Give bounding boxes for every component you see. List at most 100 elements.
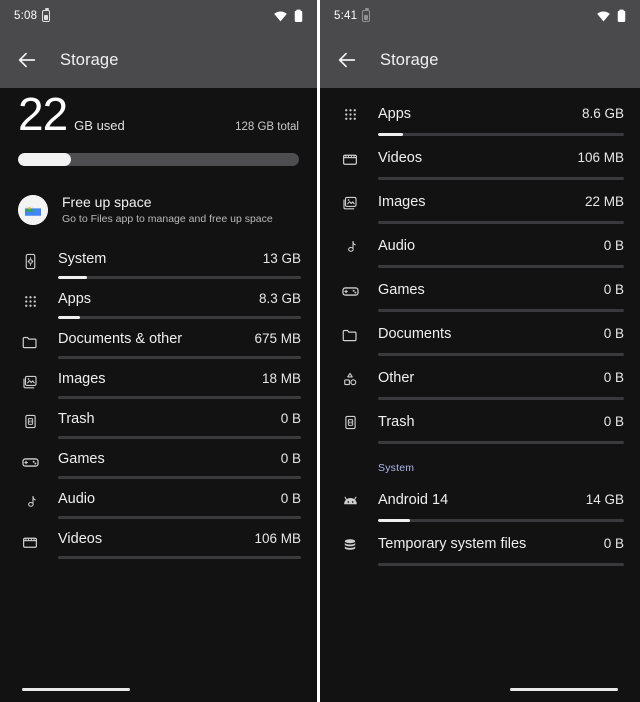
home-indicator[interactable] — [22, 687, 130, 691]
storage-category-label: Videos — [58, 531, 103, 548]
system-category-list: Android 14 14 GB Temporary system files 0 B — [320, 474, 640, 566]
storage-category-body: Images 18 MB — [58, 359, 301, 400]
storage-category-body: Games 0 B — [58, 439, 301, 480]
total-storage-progress-fill — [18, 153, 72, 167]
page-title: Storage — [60, 50, 119, 69]
storage-category-row[interactable]: Audio 0 B — [0, 479, 317, 520]
storage-category-body: Videos 106 MB — [378, 136, 624, 180]
system-section-header: System — [378, 462, 415, 474]
storage-category-label: Trash — [378, 414, 415, 430]
device-system-icon — [16, 253, 44, 270]
storage-category-body: Trash 0 B — [58, 399, 301, 440]
right-storage-category-list: Apps 8.6 GB Videos 106 MB Images 22 MB Audio 0 … — [320, 88, 640, 444]
storage-category-label: Documents & other — [58, 331, 183, 348]
total-storage-progress-bar — [18, 153, 299, 167]
storage-category-label: Trash — [58, 411, 95, 428]
storage-category-size: 0 B — [603, 238, 624, 253]
storage-category-row[interactable]: Apps 8.3 GB — [0, 279, 317, 320]
storage-category-size: 8.6 GB — [581, 106, 624, 121]
left-app-bar: Storage — [0, 32, 317, 88]
storage-category-row[interactable]: Audio 0 B — [320, 224, 640, 268]
storage-category-label: Documents — [378, 326, 452, 342]
storage-category-body: Temporary system files 0 B — [378, 522, 624, 566]
storage-category-label: Videos — [378, 150, 423, 166]
wifi-icon — [596, 10, 611, 22]
storage-category-label: Games — [58, 451, 105, 468]
home-indicator[interactable] — [510, 687, 618, 691]
storage-category-size: 22 MB — [584, 194, 624, 209]
storage-category-row[interactable]: Documents 0 B — [320, 312, 640, 356]
storage-category-body: Videos 106 MB — [58, 519, 301, 560]
page-title: Storage — [380, 50, 439, 69]
battery-icon — [362, 8, 371, 22]
database-stack-icon — [336, 536, 364, 554]
back-arrow-icon[interactable] — [336, 49, 358, 71]
storage-category-row[interactable]: Android 14 14 GB — [320, 478, 640, 522]
storage-category-row[interactable]: Apps 8.6 GB — [320, 92, 640, 136]
storage-category-body: Trash 0 B — [378, 400, 624, 444]
battery-icon — [42, 8, 51, 22]
storage-category-size: 106 MB — [577, 150, 624, 165]
storage-category-row[interactable]: System 13 GB — [0, 239, 317, 280]
free-up-space-row[interactable]: Free up space Go to Files app to manage … — [16, 190, 301, 229]
back-arrow-icon[interactable] — [16, 49, 38, 71]
audio-note-icon — [336, 238, 364, 255]
storage-category-body: System 13 GB — [58, 239, 301, 280]
images-icon — [16, 373, 44, 391]
storage-category-size: 0 B — [280, 451, 301, 467]
used-value: 22 — [18, 88, 68, 140]
storage-category-size: 0 B — [603, 536, 624, 551]
storage-category-size: 14 GB — [585, 492, 624, 507]
left-phone-screenshot: 5:08 Storage 22 GB used 128 GB total Fre… — [0, 0, 320, 702]
storage-category-row[interactable]: Trash 0 B — [0, 399, 317, 440]
files-app-icon — [18, 194, 48, 225]
storage-summary: 22 GB used 128 GB total — [0, 88, 317, 167]
wifi-icon — [273, 10, 288, 22]
storage-category-label: Apps — [378, 106, 412, 122]
left-navigation-bar — [0, 676, 317, 702]
right-status-bar: 5:41 — [320, 0, 640, 32]
apps-grid-icon — [16, 293, 44, 310]
folder-icon — [16, 333, 44, 351]
storage-category-row[interactable]: Games 0 B — [320, 268, 640, 312]
storage-category-label: Games — [378, 282, 425, 298]
storage-category-body: Audio 0 B — [58, 479, 301, 520]
storage-category-label: Images — [378, 194, 426, 210]
storage-category-row[interactable]: Videos 106 MB — [0, 519, 317, 560]
two-phone-comparison: 5:08 Storage 22 GB used 128 GB total Fre… — [0, 0, 640, 702]
storage-category-row[interactable]: Trash 0 B — [320, 400, 640, 444]
battery-icon — [617, 9, 626, 23]
storage-category-row[interactable]: Temporary system files 0 B — [320, 522, 640, 566]
storage-category-body: Images 22 MB — [378, 180, 624, 224]
status-clock: 5:08 — [14, 10, 38, 22]
storage-category-progress-bar — [378, 441, 624, 444]
videos-icon — [336, 150, 364, 168]
left-status-bar: 5:08 — [0, 0, 317, 32]
storage-category-row[interactable]: Games 0 B — [0, 439, 317, 480]
storage-category-row[interactable]: Documents & other 675 MB — [0, 319, 317, 360]
status-clock: 5:41 — [334, 10, 358, 22]
storage-category-body: Audio 0 B — [378, 224, 624, 268]
storage-category-size: 106 MB — [254, 531, 301, 547]
storage-category-row[interactable]: Other 0 B — [320, 356, 640, 400]
storage-category-body: Android 14 14 GB — [378, 478, 624, 522]
storage-category-size: 0 B — [603, 282, 624, 297]
storage-category-label: Apps — [58, 291, 92, 308]
storage-category-label: Audio — [378, 238, 416, 254]
free-up-space-subtitle: Go to Files app to manage and free up sp… — [62, 213, 273, 226]
storage-category-size: 8.3 GB — [258, 291, 301, 307]
storage-category-label: Temporary system files — [378, 536, 527, 552]
storage-category-progress-bar — [378, 563, 624, 566]
storage-category-label: Images — [58, 371, 106, 388]
storage-category-size: 0 B — [603, 326, 624, 341]
games-controller-icon — [336, 282, 364, 301]
storage-category-row[interactable]: Images 22 MB — [320, 180, 640, 224]
storage-category-row[interactable]: Videos 106 MB — [320, 136, 640, 180]
left-storage-category-list: System 13 GB Apps 8.3 GB Documents & other 67… — [0, 235, 317, 560]
battery-icon — [294, 9, 303, 23]
right-content-scroll[interactable]: Apps 8.6 GB Videos 106 MB Images 22 MB Audio 0 … — [320, 88, 640, 702]
free-up-space-title: Free up space — [62, 194, 152, 211]
folder-icon — [336, 326, 364, 344]
left-content-scroll[interactable]: 22 GB used 128 GB total Free up space Go… — [0, 88, 317, 702]
storage-category-row[interactable]: Images 18 MB — [0, 359, 317, 400]
